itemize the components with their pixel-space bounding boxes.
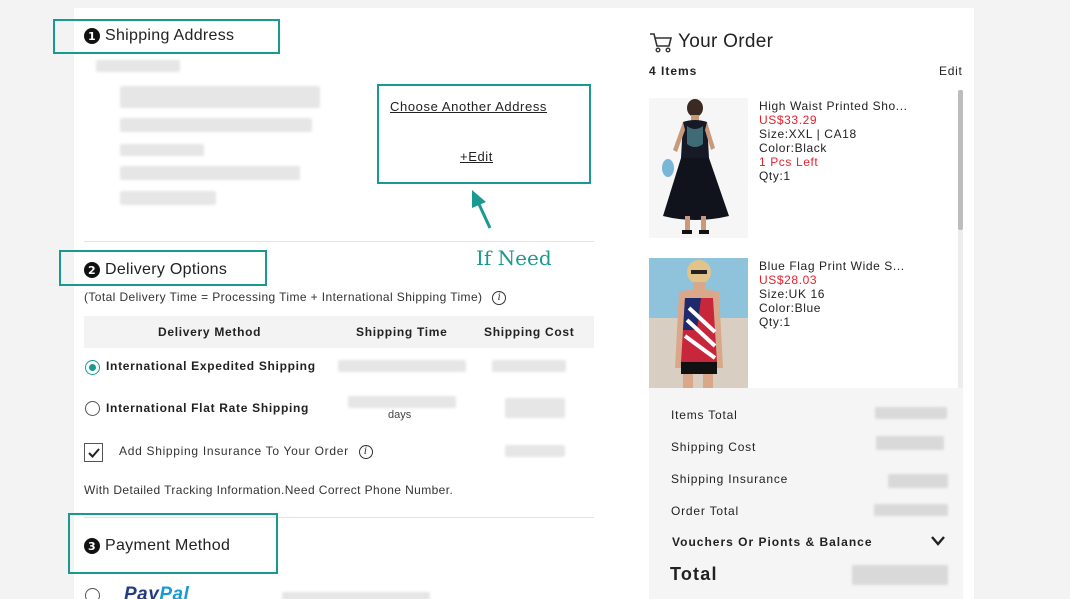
paypal-radio[interactable] <box>85 588 100 599</box>
flat-rate-shipping-radio[interactable] <box>85 401 100 416</box>
product-size: Size:XXL | CA18 <box>759 127 857 141</box>
step-2-badge: 2 <box>84 262 100 278</box>
product-price: US$33.29 <box>759 113 818 127</box>
shipping-insurance-label: Shipping Insurance <box>671 472 789 486</box>
shipping-cost-value-blurred <box>876 436 944 450</box>
vouchers-toggle[interactable]: Vouchers Or Pionts & Balance <box>672 535 873 549</box>
delivery-options-title: 2 Delivery Options <box>84 261 227 279</box>
shipping-insurance-text: Add Shipping Insurance To Your Order <box>119 444 349 458</box>
product-price: US$28.03 <box>759 273 818 287</box>
shipping-time-blurred <box>338 360 466 372</box>
shipping-insurance-checkbox[interactable] <box>84 443 103 462</box>
order-item-count: 4 Items <box>649 64 698 78</box>
product-size: Size:UK 16 <box>759 287 826 301</box>
shipping-address-label: Shipping Address <box>105 27 235 44</box>
address-line-blurred <box>120 166 300 180</box>
items-total-value-blurred <box>875 407 947 419</box>
page-top-shade <box>0 0 1070 8</box>
order-total-label: Order Total <box>671 504 739 518</box>
order-total-value-blurred <box>874 504 948 516</box>
product-color: Color:Blue <box>759 301 822 315</box>
product-name[interactable]: Blue Flag Print Wide S... <box>759 259 905 273</box>
checkmark-icon <box>88 448 100 458</box>
choose-another-address-link[interactable]: Choose Another Address <box>390 99 547 114</box>
product-stock: 1 Pcs Left <box>759 155 819 169</box>
expedited-shipping-radio[interactable] <box>85 360 100 375</box>
step-3-badge: 3 <box>84 538 100 554</box>
payment-note-blurred <box>282 592 430 599</box>
shipping-cost-label: Shipping Cost <box>671 440 757 454</box>
payment-method-label: Payment Method <box>105 537 231 554</box>
address-line-blurred <box>120 86 320 108</box>
arrow-up-icon <box>472 190 492 229</box>
col-shipping-cost: Shipping Cost <box>484 325 575 339</box>
flat-rate-shipping-label[interactable]: International Flat Rate Shipping <box>106 401 309 415</box>
col-delivery-method: Delivery Method <box>158 325 262 339</box>
product-image[interactable] <box>649 98 748 238</box>
address-line-blurred <box>96 60 180 72</box>
product-name[interactable]: High Waist Printed Sho... <box>759 99 908 113</box>
product-qty: Qty:1 <box>759 315 791 329</box>
shipping-cost-blurred <box>505 398 565 418</box>
paypal-logo-text: Pay <box>124 584 160 599</box>
paypal-logo[interactable]: PayPal <box>124 584 189 599</box>
page-left-shade <box>0 8 74 599</box>
page-right-shade <box>974 8 1070 599</box>
address-line-blurred <box>120 191 216 205</box>
cart-icon <box>650 33 673 53</box>
address-line-blurred <box>120 144 204 156</box>
order-edit-link[interactable]: Edit <box>939 64 962 78</box>
delivery-time-note-text: (Total Delivery Time = Processing Time +… <box>84 290 483 304</box>
delivery-options-label: Delivery Options <box>105 261 228 278</box>
total-value-blurred <box>852 565 948 585</box>
dress-image <box>649 98 748 238</box>
col-shipping-time: Shipping Time <box>356 325 448 339</box>
items-total-label: Items Total <box>671 408 738 422</box>
total-label: Total <box>670 564 718 584</box>
edit-address-link[interactable]: +Edit <box>460 149 493 164</box>
paypal-logo-pal: Pal <box>159 584 190 599</box>
tracking-note: With Detailed Tracking Information.Need … <box>84 483 454 497</box>
shipping-insurance-value-blurred <box>888 474 948 488</box>
product-qty: Qty:1 <box>759 169 791 183</box>
order-list-scroll-thumb[interactable] <box>958 90 963 230</box>
payment-method-title: 3 Payment Method <box>84 537 230 555</box>
delivery-time-note: (Total Delivery Time = Processing Time +… <box>84 290 507 305</box>
your-order-title: Your Order <box>678 31 774 52</box>
swimsuit-image <box>649 258 748 388</box>
address-line-blurred <box>120 118 312 132</box>
info-icon[interactable]: i <box>492 290 507 305</box>
info-icon[interactable]: i <box>358 444 373 459</box>
section-divider <box>84 241 594 242</box>
shipping-address-title: 1 Shipping Address <box>84 27 234 45</box>
product-color: Color:Black <box>759 141 827 155</box>
product-image[interactable] <box>649 258 748 388</box>
chevron-down-icon[interactable] <box>931 536 945 546</box>
shipping-time-days: days <box>388 409 412 421</box>
expedited-shipping-label[interactable]: International Expedited Shipping <box>106 359 316 373</box>
shipping-cost-blurred <box>492 360 566 372</box>
insurance-cost-blurred <box>505 445 565 457</box>
shipping-insurance-label: Add Shipping Insurance To Your Order i <box>119 444 373 459</box>
shipping-time-blurred <box>348 396 456 408</box>
if-need-annotation: If Need <box>476 246 552 270</box>
step-1-badge: 1 <box>84 28 100 44</box>
